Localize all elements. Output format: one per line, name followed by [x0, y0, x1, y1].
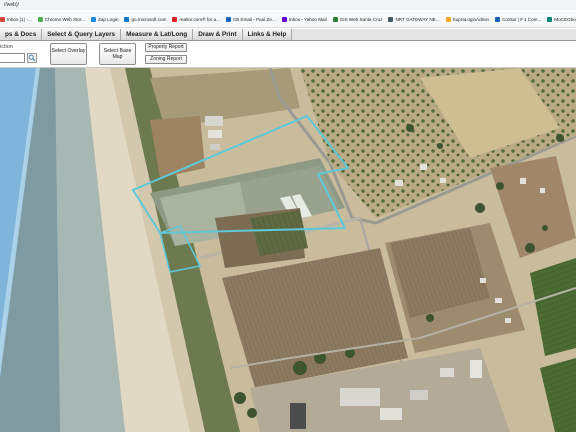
bookmark-label: MoCEGbox: [554, 17, 576, 22]
jurisdiction-input[interactable]: [0, 53, 25, 63]
bookmark-favicon-icon: [0, 17, 5, 22]
search-icon: [28, 54, 36, 62]
bookmark-item[interactable]: MoCEGbox: [547, 17, 576, 22]
bookmark-item[interactable]: Inbox - Yahoo Mail: [281, 17, 327, 22]
app-menu-bar: ps & Docs Select & Query Layers Measure …: [0, 29, 576, 41]
bookmark-label: NRT GATEWAY NE...: [395, 17, 440, 22]
select-overlay-button[interactable]: Select Overlay: [50, 43, 87, 65]
bookmark-favicon-icon: [225, 17, 231, 22]
bookmark-item[interactable]: realtor.com® for a...: [172, 17, 220, 22]
bookmark-favicon-icon: [547, 17, 553, 22]
select-base-map-button[interactable]: Select Base Map: [99, 43, 136, 65]
tab-measure-lat-long[interactable]: Measure & Lat/Long: [121, 29, 194, 40]
bookmark-favicon-icon: [281, 17, 287, 22]
toolbar: iction Select Overlay Select Base Map Pr…: [0, 41, 576, 68]
bookmark-favicon-icon: [388, 17, 394, 22]
bookmark-favicon-icon: [124, 17, 130, 22]
tab-select-query-layers[interactable]: Select & Query Layers: [42, 29, 122, 40]
bookmark-favicon-icon: [495, 17, 501, 22]
bookmark-favicon-icon: [37, 17, 43, 22]
bookmark-item[interactable]: SupraLoginAdmin: [445, 17, 490, 22]
bookmark-item[interactable]: Inbox (1) -...: [0, 17, 32, 22]
zoning-report-button[interactable]: Zoning Report: [145, 55, 187, 64]
property-report-button[interactable]: Property Report: [145, 43, 187, 52]
bookmark-favicon-icon: [91, 17, 97, 22]
bookmark-item[interactable]: go.microsoft.com: [124, 17, 166, 22]
bookmark-label: CoStar | # 1 Com...: [502, 17, 542, 22]
tab-links-help[interactable]: Links & Help: [242, 29, 293, 40]
url-text: //web)/: [4, 2, 20, 8]
bookmark-label: CB Email - Paul.Ze...: [232, 17, 276, 22]
map-viewport[interactable]: [0, 68, 576, 432]
bookmark-label: Inbox (1) -...: [7, 17, 32, 22]
address-bar[interactable]: //web)/: [0, 0, 576, 10]
tab-draw-print[interactable]: Draw & Print: [193, 29, 243, 40]
bookmark-item[interactable]: Chrome Web Stor...: [37, 17, 86, 22]
bookmark-label: Zap Login: [98, 17, 119, 22]
bookmark-label: go.microsoft.com: [131, 17, 167, 22]
tab-maps-docs[interactable]: ps & Docs: [0, 29, 43, 40]
bookmark-label: Chrome Web Stor...: [44, 17, 86, 22]
aerial-map[interactable]: [0, 68, 576, 432]
bookmark-label: Inbox - Yahoo Mail: [288, 17, 327, 22]
bookmark-item[interactable]: GIS Web Santa Cruz: [332, 17, 383, 22]
bookmark-label: realtor.com® for a...: [179, 17, 220, 22]
bookmark-favicon-icon: [332, 17, 338, 22]
bookmark-item[interactable]: CoStar | # 1 Com...: [495, 17, 541, 22]
bookmark-item[interactable]: Zap Login: [91, 17, 118, 22]
bookmark-item[interactable]: NRT GATEWAY NE...: [388, 17, 440, 22]
bookmark-favicon-icon: [172, 17, 178, 22]
bookmarks-bar: Inbox (1) -... Chrome Web Stor... Zap Logi…: [0, 12, 576, 28]
bookmark-label: GIS Web Santa Cruz: [339, 17, 383, 22]
bookmark-favicon-icon: [445, 17, 451, 22]
bookmark-label: SupraLoginAdmin: [452, 17, 490, 22]
search-button[interactable]: [27, 53, 37, 63]
jurisdiction-label: iction: [0, 44, 13, 50]
bookmark-item[interactable]: CB Email - Paul.Ze...: [225, 17, 276, 22]
